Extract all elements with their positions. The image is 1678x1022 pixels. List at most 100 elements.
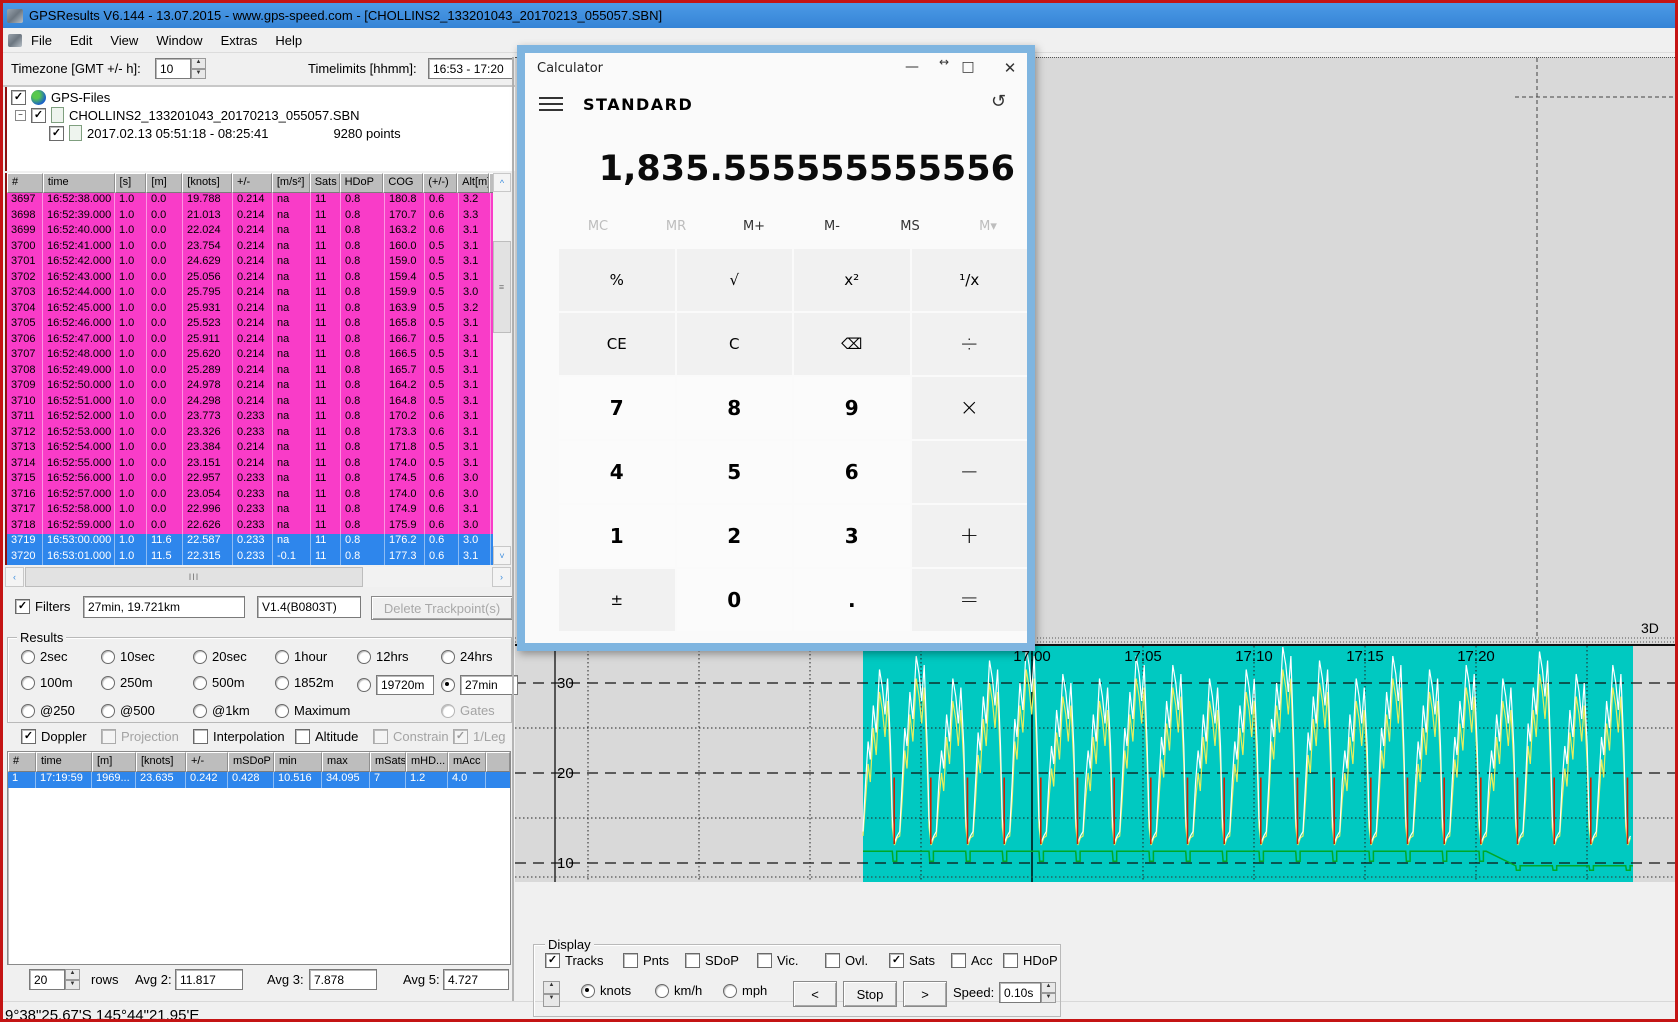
memory-MS[interactable]: MS	[871, 219, 949, 234]
calc-key-⌫[interactable]: ⌫	[794, 313, 910, 375]
column-header[interactable]: mSDoP	[228, 752, 274, 772]
calc-key-0[interactable]: 0	[677, 569, 793, 631]
history-icon[interactable]: ↺	[991, 91, 1006, 112]
timezone-input[interactable]: 10	[155, 58, 191, 79]
filters-checkbox[interactable]: ✓ Filters	[15, 599, 70, 614]
radio-icon[interactable]	[21, 676, 35, 690]
avg3-field[interactable]: 7.878	[309, 969, 377, 990]
calc-key-.[interactable]: .	[794, 569, 910, 631]
radio-icon[interactable]	[723, 984, 737, 998]
table-row[interactable]: 369716:52:38.0001.00.019.7880.214na110.8…	[7, 193, 495, 209]
table-row[interactable]: 370016:52:41.0001.00.023.7540.214na110.8…	[7, 240, 495, 256]
display-ovl[interactable]: Ovl.	[825, 953, 868, 968]
results-list[interactable]: #time[m][knots]+/-mSDoPminmaxmSatsmHD...…	[7, 751, 511, 965]
tree-row-root[interactable]: ✓ GPS-Files	[7, 87, 515, 105]
column-header[interactable]: +/-	[186, 752, 228, 772]
calc-key-x²[interactable]: x²	[794, 249, 910, 311]
result-interval-2sec[interactable]: 2sec	[21, 649, 67, 664]
calc-key-4[interactable]: 4	[559, 441, 675, 503]
table-row[interactable]: 370716:52:48.0001.00.025.6200.214na110.8…	[7, 348, 495, 364]
memory-MC[interactable]: MC	[559, 219, 637, 234]
table-row[interactable]: 370216:52:43.0001.00.025.0560.214na110.8…	[7, 271, 495, 287]
column-header[interactable]: COG	[383, 173, 423, 193]
calc-key-%[interactable]: %	[559, 249, 675, 311]
calc-key-C[interactable]: C	[677, 313, 793, 375]
calc-key-8[interactable]: 8	[677, 377, 793, 439]
calc-key-−[interactable]: −	[912, 441, 1028, 503]
calc-key-÷[interactable]: ÷	[912, 313, 1028, 375]
tree-row-file[interactable]: − ✓ CHOLLINS2_133201043_20170213_055057.…	[7, 105, 515, 123]
calc-key-5[interactable]: 5	[677, 441, 793, 503]
checkbox-icon[interactable]	[193, 729, 208, 744]
menu-file[interactable]: File	[22, 30, 61, 51]
scroll-left-icon[interactable]: ‹	[5, 567, 24, 587]
checkbox-icon[interactable]	[685, 953, 700, 968]
radio-icon[interactable]	[101, 704, 115, 718]
checkbox-icon[interactable]: ✓	[21, 729, 36, 744]
column-header[interactable]: [m/s²]	[272, 173, 310, 193]
column-header[interactable]: Sats	[310, 173, 340, 193]
table-row[interactable]: 370516:52:46.0001.00.025.5230.214na110.8…	[7, 317, 495, 333]
calc-key-±[interactable]: ±	[559, 569, 675, 631]
memory-M[interactable]: M▾	[949, 219, 1027, 234]
tree-row-session[interactable]: ✓ 2017.02.13 05:51:18 - 08:25:41 9280 po…	[7, 123, 515, 141]
result-interval-10sec[interactable]: 10sec	[101, 649, 155, 664]
result-distance-250m[interactable]: 250m	[101, 675, 153, 690]
column-header[interactable]: mHD...	[406, 752, 448, 772]
radio-icon[interactable]	[441, 650, 455, 664]
option-doppler[interactable]: ✓Doppler	[21, 729, 87, 744]
filter-summary-field[interactable]: 27min, 19.721km	[83, 596, 245, 618]
table-row[interactable]: 370416:52:45.0001.00.025.9310.214na110.8…	[7, 302, 495, 318]
radio-icon[interactable]	[581, 984, 595, 998]
speed-chart[interactable]: 17:0017:0517:1017:1517:20302010	[515, 644, 1678, 882]
menu-window[interactable]: Window	[147, 30, 211, 51]
checkbox-icon[interactable]	[101, 729, 116, 744]
table-row[interactable]: 369916:52:40.0001.00.022.0240.214na110.8…	[7, 224, 495, 240]
close-icon[interactable]: ✕	[999, 59, 1021, 77]
checkbox-icon[interactable]: ✓	[889, 953, 904, 968]
radio-icon[interactable]	[357, 650, 371, 664]
step-forward-button[interactable]: >	[903, 981, 947, 1007]
table-row[interactable]: 371816:52:59.0001.00.022.6260.233na110.8…	[7, 519, 495, 535]
result-mode-@1km[interactable]: @1km	[193, 703, 250, 718]
radio-icon[interactable]	[193, 704, 207, 718]
scroll-down-icon[interactable]: ˅	[493, 546, 511, 565]
result-interval-1hour[interactable]: 1hour	[275, 649, 327, 664]
checkbox-icon[interactable]	[373, 729, 388, 744]
scroll-right-icon[interactable]: ›	[492, 567, 511, 587]
option-altitude[interactable]: Altitude	[295, 729, 358, 744]
maximize-icon[interactable]: □	[957, 59, 979, 75]
result-distance-19720m[interactable]: 19720m	[357, 675, 434, 695]
column-header[interactable]: HDoP	[340, 173, 384, 193]
display-vic[interactable]: Vic.	[757, 953, 798, 968]
memory-MR[interactable]: MR	[637, 219, 715, 234]
column-header[interactable]: [m]	[146, 173, 182, 193]
table-row[interactable]: 371616:52:57.0001.00.023.0540.233na110.8…	[7, 488, 495, 504]
radio-icon[interactable]	[193, 650, 207, 664]
table-row[interactable]: 372016:53:01.0001.011.522.3150.233-0.111…	[7, 550, 495, 566]
unit-knots[interactable]: knots	[581, 983, 631, 998]
table-row[interactable]: 371316:52:54.0001.00.023.3840.214na110.8…	[7, 441, 495, 457]
result-mode-Gates[interactable]: Gates	[441, 703, 495, 718]
panel-splitter[interactable]	[512, 57, 514, 1001]
radio-icon[interactable]	[275, 704, 289, 718]
tree-file-checkbox[interactable]: ✓	[31, 108, 46, 123]
column-header[interactable]: #	[7, 173, 43, 193]
column-header[interactable]: (+/-)	[423, 173, 457, 193]
menu-help[interactable]: Help	[266, 30, 311, 51]
unit-mph[interactable]: mph	[723, 983, 767, 998]
tree-root-checkbox[interactable]: ✓	[11, 90, 26, 105]
result-interval-12hrs[interactable]: 12hrs	[357, 649, 409, 664]
result-interval-24hrs[interactable]: 24hrs	[441, 649, 493, 664]
result-mode-@250[interactable]: @250	[21, 703, 75, 718]
checkbox-icon[interactable]	[825, 953, 840, 968]
calc-key-2[interactable]: 2	[677, 505, 793, 567]
column-header[interactable]: mAcc	[448, 752, 486, 772]
checkbox-icon[interactable]: ✓	[453, 729, 468, 744]
table-vertical-scrollbar[interactable]: ^ ≡ ˅	[493, 173, 511, 565]
menu-edit[interactable]: Edit	[61, 30, 101, 51]
unit-kmh[interactable]: km/h	[655, 983, 702, 998]
calc-key-×[interactable]: ×	[912, 377, 1028, 439]
result-distance-field[interactable]: 27min	[460, 675, 518, 695]
firmware-field[interactable]: V1.4(B0803T)	[257, 596, 361, 618]
